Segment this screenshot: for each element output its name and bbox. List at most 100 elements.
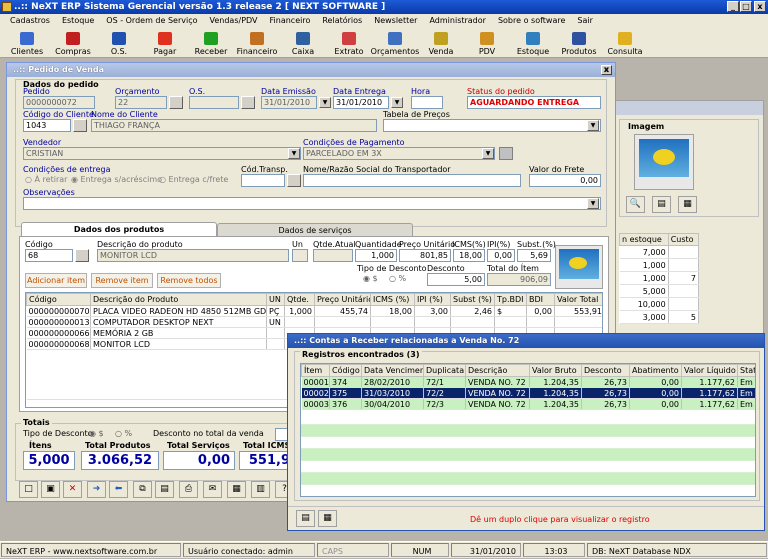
product-desc-field[interactable]: MONITOR LCD [97, 249, 289, 262]
os-search-button[interactable] [241, 96, 255, 109]
grid-header[interactable]: Descrição do Produto [90, 293, 267, 306]
menu-sair[interactable]: Sair [571, 14, 599, 28]
grid-header[interactable]: IPI (%) [414, 293, 451, 306]
delivery-date-dropdown[interactable]: ▼ [391, 97, 403, 108]
quote-search-button[interactable] [169, 96, 183, 109]
remove-item-button[interactable]: Remove item [91, 273, 153, 288]
delivery-option-freight[interactable]: ○ Entrega c/frete [159, 175, 228, 184]
toolbar-extrato-button[interactable]: Extrato [326, 28, 372, 58]
grid-header[interactable]: Preço Unitário [314, 293, 371, 306]
product-code-field[interactable]: 68 [25, 249, 73, 262]
notes-dropdown[interactable]: ▼ [587, 198, 599, 209]
grid-header[interactable]: Desconto [581, 364, 630, 377]
export-icon[interactable]: ▥ [251, 481, 270, 498]
grid-header[interactable]: Ítem [301, 364, 330, 377]
grid-header[interactable]: Qtde. [284, 293, 315, 306]
table-row[interactable]: 000000000070 PLACA VIDEO RADEON HD 4850 5… [26, 305, 602, 317]
menu-cadastros[interactable]: Cadastros [4, 14, 56, 28]
notes-icon[interactable]: ▦ [227, 481, 246, 498]
doc-icon[interactable]: ▤ [652, 196, 671, 213]
export-icon[interactable]: ▦ [678, 196, 697, 213]
price-table-select[interactable] [383, 119, 601, 132]
mail-icon[interactable]: ✉ [203, 481, 222, 498]
back-icon[interactable]: ⬅ [109, 481, 128, 498]
quote-field[interactable]: 22 [115, 96, 167, 109]
delivery-option-free[interactable]: ◉ Entrega s/acréscimo [71, 175, 162, 184]
toolbar-compras-button[interactable]: Compras [50, 28, 96, 58]
table-row[interactable]: 000000000013 COMPUTADOR DESKTOP NEXT UN [26, 316, 602, 328]
payment-detail-icon[interactable] [499, 147, 513, 160]
toolbar-estoque-button[interactable]: Estoque [510, 28, 556, 58]
client-code-field[interactable]: 1043 [23, 119, 71, 132]
export-icon[interactable]: ▦ [318, 510, 337, 527]
menu-financeiro[interactable]: Financeiro [264, 14, 317, 28]
toolbar-or-amentos-button[interactable]: Orçamentos [371, 28, 419, 58]
total-discount-money[interactable]: ◉ $ [89, 429, 104, 438]
grid-header[interactable]: Abatimento [629, 364, 682, 377]
doc-icon[interactable]: ▤ [296, 510, 315, 527]
grid-header[interactable]: Valor Total [554, 293, 602, 306]
unit-price-field[interactable]: 801,85 [399, 249, 451, 262]
table-row[interactable]: 00003 376 30/04/2010 72/3 VENDA NO. 72 1.204,… [301, 398, 755, 410]
menu-os[interactable]: OS - Ordem de Serviço [100, 14, 203, 28]
toolbar-caixa-button[interactable]: Caixa [280, 28, 326, 58]
table-row[interactable]: 00001 374 28/02/2010 72/1 VENDA NO. 72 1.204,… [301, 376, 755, 388]
grid-header[interactable]: Duplicata [423, 364, 466, 377]
issue-date-dropdown[interactable]: ▼ [319, 97, 331, 108]
client-search-button[interactable] [73, 119, 87, 132]
grid-header[interactable]: BDI [526, 293, 555, 306]
add-item-button[interactable]: Adicionar item [25, 273, 87, 288]
delivery-date-field[interactable]: 31/01/2010 [333, 96, 389, 109]
client-name-field[interactable]: THIAGO FRANÇA [91, 119, 377, 132]
report-icon[interactable]: ▤ [155, 481, 174, 498]
price-table-dropdown[interactable]: ▼ [587, 120, 599, 131]
seller-select[interactable]: CRISTIAN [23, 147, 301, 160]
menu-administrador[interactable]: Administrador [423, 14, 491, 28]
grid-header[interactable]: Código [329, 364, 362, 377]
time-field[interactable] [411, 96, 443, 109]
tab-services[interactable]: Dados de serviços [217, 223, 413, 237]
grid-header[interactable]: Descrição [465, 364, 530, 377]
search-icon[interactable]: 🔍 [626, 196, 645, 213]
menu-vendas[interactable]: Vendas/PDV [204, 14, 264, 28]
menu-relatorios[interactable]: Relatórios [316, 14, 368, 28]
remove-all-button[interactable]: Remove todos [157, 273, 221, 288]
order-number-field[interactable]: 0000000072 [23, 96, 95, 109]
toolbar-financeiro-button[interactable]: Financeiro [234, 28, 280, 58]
discount-field[interactable]: 5,00 [427, 273, 485, 286]
payment-dropdown[interactable]: ▼ [482, 148, 494, 159]
table-row[interactable]: 00002 375 31/03/2010 72/2 VENDA NO. 72 1.204,… [301, 387, 755, 399]
save-icon[interactable]: ▣ [41, 481, 60, 498]
grid-header[interactable]: ICMS (%) [370, 293, 415, 306]
menu-newsletter[interactable]: Newsletter [368, 14, 423, 28]
carrier-search-button[interactable] [287, 174, 301, 187]
toolbar-pagar-button[interactable]: Pagar [142, 28, 188, 58]
issue-date-field[interactable]: 31/01/2010 [261, 96, 317, 109]
carrier-name-field[interactable] [303, 174, 521, 187]
delete-icon[interactable]: ✕ [63, 481, 82, 498]
delivery-option-pickup[interactable]: ○ À retirar [25, 175, 67, 184]
discount-type-money[interactable]: ◉ $ [363, 274, 378, 283]
menu-sobre[interactable]: Sobre o software [492, 14, 571, 28]
ipi-field[interactable]: 0,00 [487, 249, 515, 262]
close-button[interactable]: x [754, 1, 766, 12]
minimize-button[interactable]: _ [727, 1, 739, 12]
total-discount-percent[interactable]: ○ % [115, 429, 132, 438]
tab-products[interactable]: Dados dos produtos [21, 222, 217, 236]
sales-order-close-button[interactable]: x [601, 65, 612, 75]
grid-header[interactable]: Subst (%) [450, 293, 495, 306]
toolbar-consulta-button[interactable]: Consulta [602, 28, 648, 58]
new-icon[interactable]: □ [19, 481, 38, 498]
print-icon[interactable]: ⎙ [179, 481, 198, 498]
copy-icon[interactable]: ⧉ [133, 481, 152, 498]
menu-estoque[interactable]: Estoque [56, 14, 100, 28]
carrier-code-field[interactable] [241, 174, 285, 187]
toolbar-clientes-button[interactable]: Clientes [4, 28, 50, 58]
unit-field[interactable] [292, 249, 308, 262]
grid-header[interactable]: Tp.BDI [494, 293, 527, 306]
grid-header[interactable]: Valor Bruto [529, 364, 582, 377]
current-qty-field[interactable] [313, 249, 353, 262]
freight-field[interactable]: 0,00 [529, 174, 601, 187]
item-total-field[interactable]: 906,09 [487, 273, 551, 286]
quantity-field[interactable]: 1,000 [355, 249, 397, 262]
